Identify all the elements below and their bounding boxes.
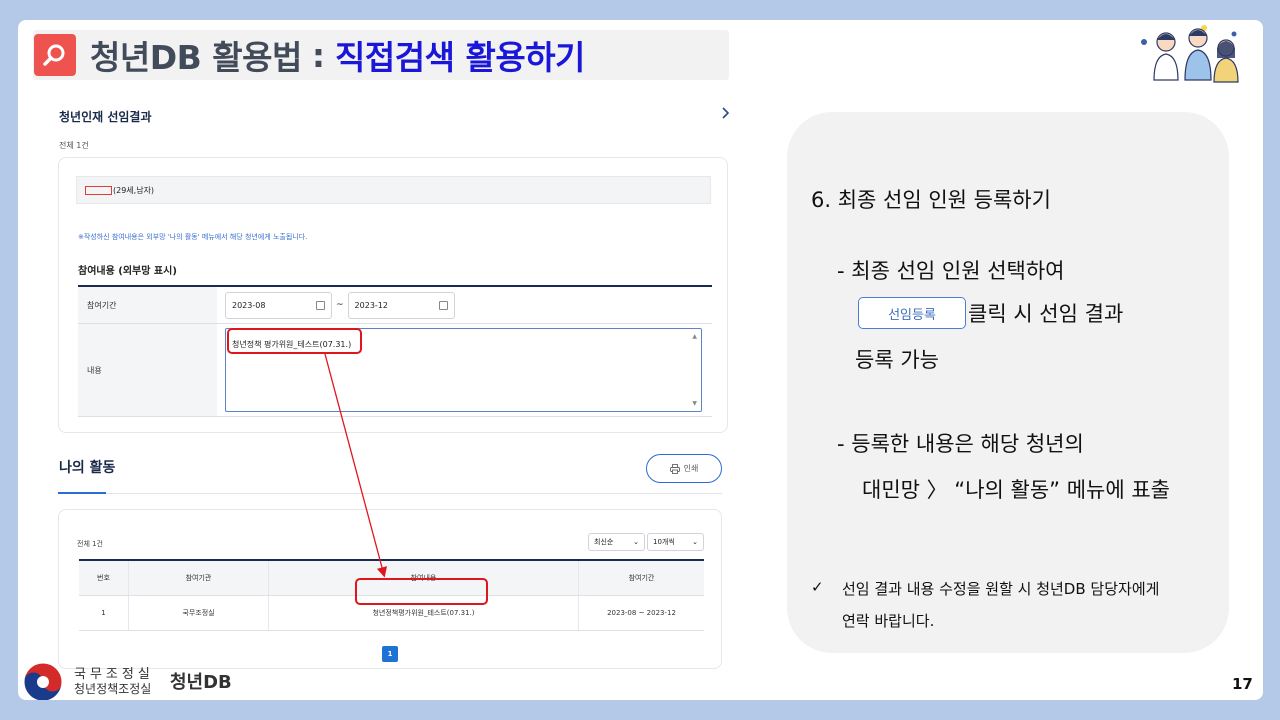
slide: 청년DB 활용법 : 직접검색 활용하기 청년인재 선임결과 전체 1건 (29… xyxy=(18,20,1263,700)
sort-select[interactable]: 최신순 ⌄ xyxy=(588,533,645,551)
bullet-2-line-1: - 등록한 내용은 해당 청년의 xyxy=(837,432,1084,456)
org-subname: 청년정책조정실 xyxy=(74,682,152,696)
participation-label: 참여내용 (외부망 표시) xyxy=(78,266,177,277)
notice-text: ※작성하신 참여내용은 외부망 '나의 활동' 메뉴에서 해당 청년에게 노출됩… xyxy=(78,233,308,241)
section-title: 청년인재 선임결과 xyxy=(59,110,152,124)
active-tab-underline xyxy=(58,492,106,494)
screenshot-panel: 청년인재 선임결과 전체 1건 (29세,남자) ※작성하신 참여내용은 외부망… xyxy=(56,100,736,669)
step-heading: 6. 최종 선임 인원 등록하기 xyxy=(811,188,1051,212)
my-activity-title: 나의 활동 xyxy=(59,460,116,476)
note-line-2: 연락 바랍니다. xyxy=(842,612,935,630)
end-date-input[interactable]: 2023-12 xyxy=(347,291,455,319)
print-button[interactable]: 인쇄 xyxy=(646,454,722,483)
chevron-right-icon[interactable] xyxy=(718,106,732,120)
content-row: 내용 청년정책 평가위원_테스트(07.31.) ▲ ▼ xyxy=(78,324,712,417)
start-date-input[interactable]: 2023-08 xyxy=(225,291,332,319)
redacted-name xyxy=(85,185,112,195)
period-row: 참여기간 2023-08 ~ 2023-12 xyxy=(78,287,712,324)
chevron-down-icon: ⌄ xyxy=(692,538,698,546)
explanation-panel: 6. 최종 선임 인원 등록하기 - 최종 선임 인원 선택하여 선임등록 클릭… xyxy=(787,112,1229,653)
search-icon xyxy=(34,34,76,76)
count-select[interactable]: 10개씩 ⌄ xyxy=(647,533,704,551)
page-subtitle: 직접검색 활용하기 xyxy=(335,38,585,77)
bullet-2-line-2: 대민망 〉 “나의 활동” 메뉴에 표출 xyxy=(862,478,1170,502)
register-button[interactable]: 선임등록 xyxy=(858,297,966,329)
title-separator: : xyxy=(311,35,326,75)
candidate-info: (29세,남자) xyxy=(113,185,155,195)
government-emblem-icon xyxy=(23,662,63,700)
bullet-1-line-2: 클릭 시 선임 결과 xyxy=(968,302,1124,326)
bullet-1-line-1: - 최종 선임 인원 선택하여 xyxy=(837,259,1065,283)
printer-icon xyxy=(669,463,680,474)
page-title: 청년DB 활용법 xyxy=(90,38,302,77)
content-label: 내용 xyxy=(78,324,217,416)
date-tilde: ~ xyxy=(336,300,344,310)
candidate-bar[interactable]: (29세,남자) xyxy=(76,176,711,204)
participation-form: 참여기간 2023-08 ~ 2023-12 내용 청년정책 평가위원_테스트(… xyxy=(78,285,712,417)
pagination-page-1[interactable]: 1 xyxy=(382,646,398,662)
scroll-up-icon[interactable]: ▲ xyxy=(692,333,697,340)
period-label: 참여기간 xyxy=(78,287,217,323)
table-highlight xyxy=(355,578,488,605)
content-highlight xyxy=(227,328,362,354)
calendar-icon[interactable] xyxy=(438,300,448,310)
activity-total: 전체 1건 xyxy=(77,540,103,548)
chevron-down-icon: ⌄ xyxy=(633,538,639,546)
check-icon: ✓ xyxy=(811,578,824,596)
total-count: 전체 1건 xyxy=(59,141,89,150)
people-illustration-icon xyxy=(1141,25,1239,83)
note-line-1: 선임 결과 내용 수정을 원할 시 청년DB 담당자에게 xyxy=(842,580,1160,598)
bullet-1-line-3: 등록 가능 xyxy=(855,348,939,372)
brand-logo: 청년DB xyxy=(170,672,232,693)
page-number: 17 xyxy=(1232,675,1253,693)
divider xyxy=(106,493,722,494)
result-card: (29세,남자) ※작성하신 참여내용은 외부망 '나의 활동' 메뉴에서 해당… xyxy=(58,157,728,433)
title-bar: 청년DB 활용법 : 직접검색 활용하기 xyxy=(33,30,729,80)
calendar-icon[interactable] xyxy=(316,300,325,310)
scroll-down-icon[interactable]: ▼ xyxy=(692,400,697,407)
